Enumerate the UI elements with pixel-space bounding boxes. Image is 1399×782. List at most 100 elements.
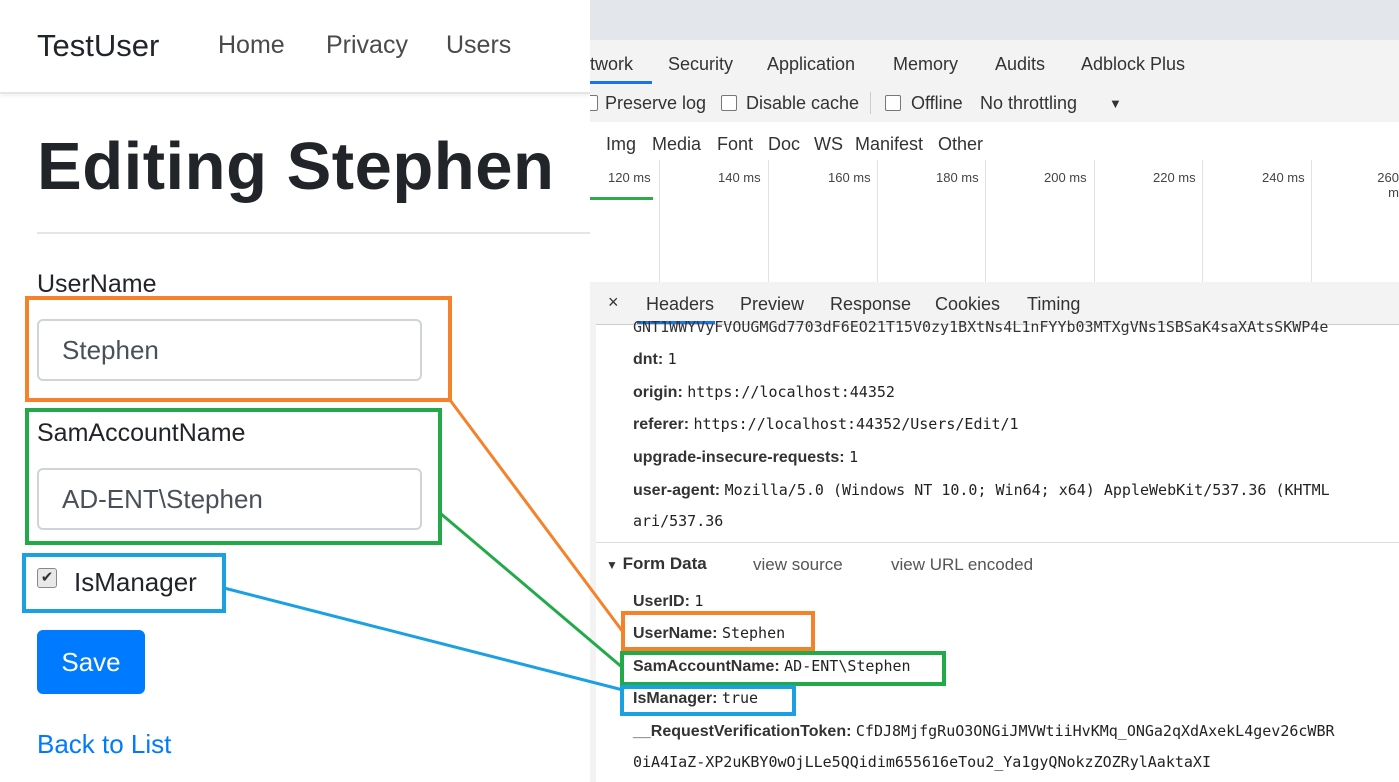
navbar: TestUser Home Privacy Users: [0, 0, 590, 94]
timeline-tick: 140 ms: [718, 170, 761, 185]
save-button[interactable]: Save: [37, 630, 145, 694]
header-value: https://localhost:44352: [687, 383, 895, 401]
network-toolbar: Preserve log Disable cache Offline No th…: [590, 84, 1399, 123]
timeline-tick: 220 ms: [1153, 170, 1196, 185]
form-value: true: [721, 689, 759, 707]
header-key: dnt:: [633, 351, 664, 368]
timeline-request-bar: [590, 197, 653, 200]
timeline-gridline: [659, 160, 660, 282]
form-value: 1: [694, 592, 704, 610]
nav-users[interactable]: Users: [446, 31, 511, 60]
ismanager-label: IsManager: [74, 567, 197, 597]
timeline-gridline: [1094, 160, 1095, 282]
tab-security[interactable]: Security: [668, 54, 733, 75]
nav-home[interactable]: Home: [218, 31, 285, 60]
filter-manifest[interactable]: Manifest: [855, 134, 923, 155]
form-row-request-verification-token: __RequestVerificationToken: CfDJ8MjfgRuO…: [633, 722, 1335, 741]
view-source-link[interactable]: view source: [753, 555, 843, 575]
tab-headers[interactable]: Headers: [646, 294, 714, 315]
filter-media[interactable]: Media: [652, 134, 701, 155]
tab-response[interactable]: Response: [830, 294, 911, 315]
disable-cache-label: Disable cache: [746, 93, 860, 113]
tab-preview[interactable]: Preview: [740, 294, 804, 315]
tab-application[interactable]: Application: [767, 54, 855, 75]
header-value-continuation: ari/537.36: [633, 512, 724, 530]
timeline-tick: 240 ms: [1262, 170, 1305, 185]
network-timeline: 120 ms 140 ms 160 ms 180 ms 200 ms 220 m…: [590, 160, 1399, 283]
ismanager-checkbox[interactable]: ✔: [37, 568, 57, 588]
section-divider: [596, 542, 1399, 543]
tab-cookies[interactable]: Cookies: [935, 294, 1000, 315]
brand-link[interactable]: TestUser: [37, 28, 159, 64]
header-key: user-agent:: [633, 482, 721, 499]
header-row-upgrade-insecure-requests: upgrade-insecure-requests: 1: [633, 448, 858, 467]
toolbar-divider: [870, 92, 871, 114]
web-app-page: TestUser Home Privacy Users Editing Step…: [0, 0, 590, 782]
preserve-log-label: Preserve log: [605, 93, 707, 113]
nav-privacy[interactable]: Privacy: [326, 31, 408, 60]
header-value: 1: [849, 448, 859, 466]
tab-audits[interactable]: Audits: [995, 54, 1045, 75]
timeline-tick: 160 ms: [828, 170, 871, 185]
divider: [37, 232, 590, 234]
header-value: 1: [667, 350, 677, 368]
chevron-down-icon[interactable]: ▼: [1109, 96, 1122, 111]
header-row-referer: referer: https://localhost:44352/Users/E…: [633, 415, 1019, 434]
header-value: https://localhost:44352/Users/Edit/1: [693, 415, 1019, 433]
samaccountname-input[interactable]: AD-ENT\Stephen: [37, 468, 422, 530]
username-input[interactable]: Stephen: [37, 319, 422, 381]
header-key: origin:: [633, 384, 683, 401]
headers-content: GNT1WWYVyFVOUGMGd7703dF6EO21T15V0zy1BXtN…: [590, 318, 1399, 782]
preserve-log-checkbox[interactable]: [590, 95, 598, 111]
tab-memory[interactable]: Memory: [893, 54, 958, 75]
form-key: UserID:: [633, 593, 690, 610]
username-label: UserName: [37, 270, 157, 298]
back-to-list-link[interactable]: Back to List: [37, 729, 171, 760]
tab-network[interactable]: twork: [590, 54, 633, 75]
header-key: referer:: [633, 416, 690, 433]
header-value: Mozilla/5.0 (Windows NT 10.0; Win64; x64…: [724, 481, 1330, 499]
form-data-toggle[interactable]: ▼ Form Data: [606, 554, 707, 574]
form-row-username: UserName: Stephen: [633, 624, 785, 643]
close-icon[interactable]: ×: [608, 292, 619, 313]
timeline-gridline: [985, 160, 986, 282]
form-value: Stephen: [721, 624, 786, 642]
filter-other[interactable]: Other: [938, 134, 983, 155]
devtools-titlebar: [590, 0, 1399, 41]
form-key: IsManager:: [633, 690, 718, 707]
timeline-tick: 260 m: [1377, 170, 1399, 200]
timeline-gridline: [1202, 160, 1203, 282]
form-value: AD-ENT\Stephen: [784, 657, 911, 675]
filter-doc[interactable]: Doc: [768, 134, 800, 155]
header-cut-off-value: GNT1WWYVyFVOUGMGd7703dF6EO21T15V0zy1BXtN…: [633, 318, 1329, 336]
filter-ws[interactable]: WS: [814, 134, 843, 155]
filter-font[interactable]: Font: [717, 134, 753, 155]
tab-timing[interactable]: Timing: [1027, 294, 1080, 315]
form-key: __RequestVerificationToken:: [633, 723, 852, 740]
view-url-encoded-link[interactable]: view URL encoded: [891, 555, 1033, 575]
timeline-tick: 200 ms: [1044, 170, 1087, 185]
form-row-samaccountname: SamAccountName: AD-ENT\Stephen: [633, 657, 911, 676]
page-title: Editing Stephen: [37, 129, 555, 204]
offline-checkbox[interactable]: [885, 95, 901, 111]
disable-cache-checkbox[interactable]: [721, 95, 737, 111]
form-value: CfDJ8MjfgRuO3ONGiJMVWtiiHvKMq_ONGa2qXdAx…: [855, 722, 1335, 740]
tab-adblock-plus[interactable]: Adblock Plus: [1081, 54, 1185, 75]
devtools-panel-tabs: twork Security Application Memory Audits…: [590, 40, 1399, 85]
form-row-userid: UserID: 1: [633, 592, 703, 611]
filter-img[interactable]: Img: [606, 134, 636, 155]
throttling-select[interactable]: No throttling: [980, 93, 1077, 114]
timeline-tick: 120 ms: [608, 170, 651, 185]
timeline-gridline: [1311, 160, 1312, 282]
checkmark-icon: ✔: [40, 569, 54, 586]
resource-type-filters: Img Media Font Doc WS Manifest Other: [590, 122, 1399, 161]
form-value-continuation: 0iA4IaZ-XP2uKBY0wOjLLe5QQidim655616eTou2…: [633, 753, 1211, 771]
header-row-user-agent: user-agent: Mozilla/5.0 (Windows NT 10.0…: [633, 481, 1330, 500]
header-row-dnt: dnt: 1: [633, 350, 677, 369]
offline-label: Offline: [911, 93, 963, 113]
form-row-ismanager: IsManager: true: [633, 689, 758, 708]
timeline-tick: 180 ms: [936, 170, 979, 185]
samaccountname-label: SamAccountName: [37, 419, 246, 447]
form-key: UserName:: [633, 625, 718, 642]
header-key: upgrade-insecure-requests:: [633, 449, 845, 466]
